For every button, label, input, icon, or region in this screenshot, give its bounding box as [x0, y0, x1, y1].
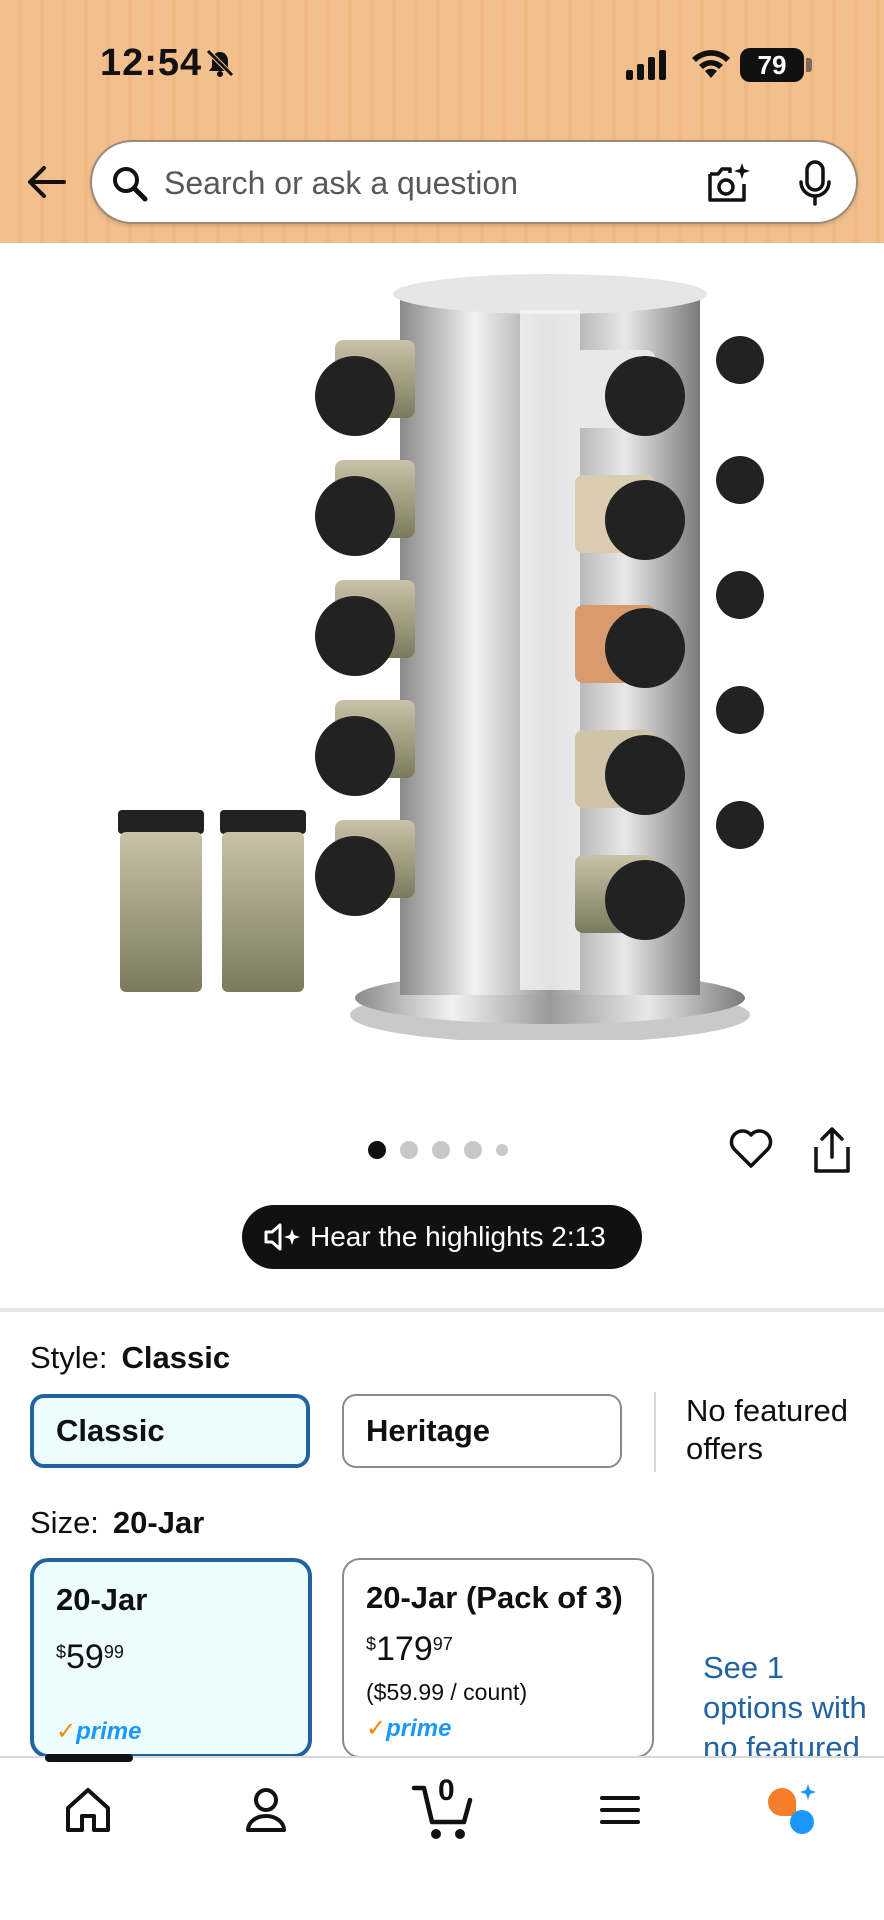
home-icon[interactable]: [58, 1780, 118, 1840]
microphone-icon[interactable]: [798, 160, 832, 208]
back-arrow-icon[interactable]: [22, 158, 70, 206]
section-divider: [0, 1308, 884, 1312]
speaker-sparkle-icon: [264, 1223, 300, 1251]
bottom-navigation-bar: 0: [0, 1754, 884, 1920]
size-label: Size:: [30, 1505, 99, 1540]
style-label-row: Style: Classic: [30, 1340, 230, 1376]
carousel-dot[interactable]: [464, 1141, 482, 1159]
cart-count: 0: [438, 1774, 455, 1807]
carousel-dot[interactable]: [400, 1141, 418, 1159]
image-carousel-dots[interactable]: [368, 1140, 508, 1160]
search-input[interactable]: [164, 158, 684, 208]
carousel-dot[interactable]: [368, 1141, 386, 1159]
search-icon: [113, 167, 148, 202]
silent-bell-icon: [206, 49, 234, 77]
share-icon[interactable]: [810, 1125, 854, 1175]
hear-highlights-button[interactable]: Hear the highlights 2:13: [242, 1205, 642, 1269]
size-label-row: Size: 20-Jar: [30, 1505, 204, 1541]
size-selected-value: 20-Jar: [112, 1505, 205, 1540]
carousel-dot[interactable]: [496, 1144, 508, 1156]
size-option-20-jar-pack-of-3[interactable]: 20-Jar (Pack of 3) $17997 ($59.99 / coun…: [342, 1558, 654, 1758]
product-image[interactable]: [100, 270, 780, 1040]
prime-badge: ✓prime: [56, 1718, 142, 1745]
unit-price: ($59.99 / count): [366, 1679, 528, 1705]
style-option-label: Classic: [56, 1413, 165, 1448]
camera-lens-icon[interactable]: [704, 160, 752, 208]
status-bar: 12:54 79: [0, 0, 884, 130]
size-option-name: 20-Jar: [56, 1582, 148, 1617]
battery-indicator: 79: [740, 48, 812, 82]
header: 12:54 79: [0, 0, 884, 243]
status-time: 12:54: [100, 42, 203, 84]
account-icon[interactable]: [236, 1780, 296, 1840]
active-tab-indicator: [45, 1754, 133, 1762]
style-selected-value: Classic: [121, 1340, 231, 1375]
style-option-classic[interactable]: Classic: [30, 1394, 310, 1468]
search-bar[interactable]: [90, 140, 858, 224]
cellular-signal-icon: [626, 50, 666, 80]
no-featured-offers-text: No featured offers: [686, 1393, 848, 1466]
price: $17997: [366, 1630, 453, 1668]
prime-badge: ✓prime: [366, 1715, 452, 1742]
style-label: Style:: [30, 1340, 108, 1375]
rufus-icon[interactable]: [762, 1780, 822, 1840]
carousel-dot[interactable]: [432, 1141, 450, 1159]
hear-highlights-label: Hear the highlights 2:13: [310, 1221, 606, 1252]
wifi-icon: [692, 50, 730, 78]
heart-icon[interactable]: [728, 1125, 774, 1171]
price: $5999: [56, 1638, 124, 1676]
vertical-divider: [654, 1392, 656, 1472]
style-option-label: Heritage: [366, 1413, 491, 1448]
cart-button[interactable]: 0: [410, 1772, 480, 1842]
size-option-name: 20-Jar (Pack of 3): [366, 1580, 623, 1615]
size-option-20-jar[interactable]: 20-Jar $5999 ✓prime: [30, 1558, 312, 1758]
menu-icon[interactable]: [590, 1780, 650, 1840]
style-option-heritage[interactable]: Heritage: [342, 1394, 622, 1468]
